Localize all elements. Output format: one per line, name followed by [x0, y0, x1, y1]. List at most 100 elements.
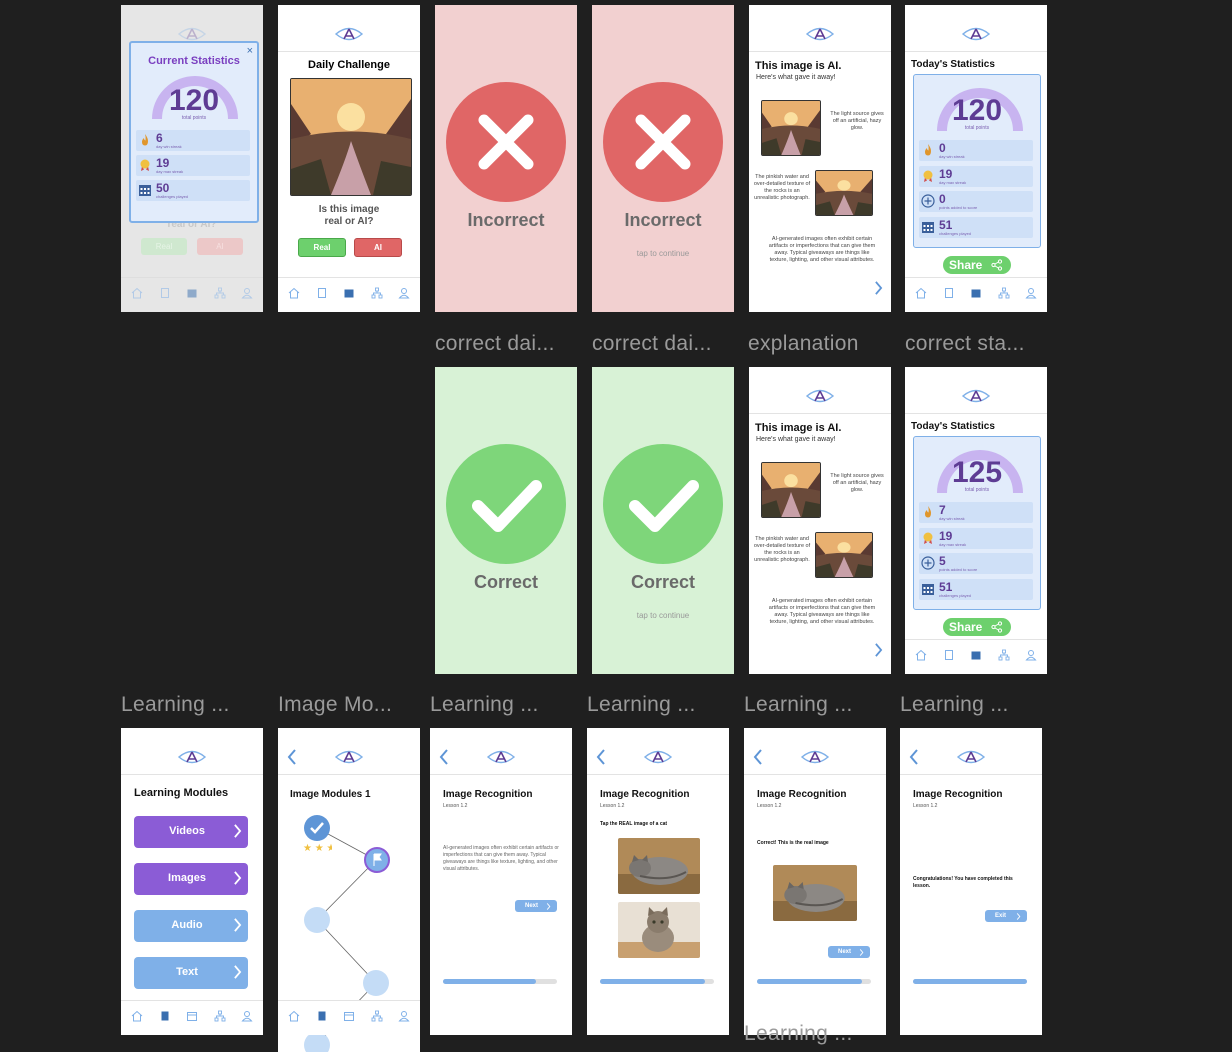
daily-challenge-screen: Daily Challenge Is this image real or AI… — [278, 5, 420, 312]
calendar-icon[interactable] — [343, 287, 355, 299]
current-lesson-node[interactable] — [363, 846, 391, 874]
page-title: Daily Challenge — [308, 59, 390, 71]
lesson-number: Lesson 1.2 — [913, 803, 938, 809]
highlight-image-light — [761, 100, 821, 156]
next-chevron-icon[interactable] — [874, 643, 883, 657]
hierarchy-icon[interactable] — [998, 649, 1010, 661]
close-icon[interactable]: × — [247, 45, 253, 57]
ai-button[interactable]: AI — [354, 238, 402, 257]
next-chevron-icon[interactable] — [874, 281, 883, 295]
lesson-progress — [757, 979, 871, 984]
total-points-label: total points — [964, 125, 990, 131]
completed-lesson-node[interactable]: ★ ★ ★ — [302, 814, 332, 854]
incorrect-screen[interactable]: Incorrect — [435, 5, 577, 312]
real-button[interactable]: Real — [298, 238, 346, 257]
bg-real-button: Real — [141, 238, 187, 255]
note-water: The pinkish water and over-detailed text… — [753, 536, 811, 563]
locked-lesson-node[interactable] — [303, 906, 331, 934]
stats-card: 125 total points 7 day win streak 19 day m… — [913, 436, 1041, 610]
book-icon[interactable] — [316, 1010, 328, 1022]
cat-option-image[interactable] — [618, 838, 700, 894]
profile-icon[interactable] — [398, 287, 410, 299]
profile-icon[interactable] — [241, 1010, 253, 1022]
share-button[interactable]: Share — [943, 256, 1011, 274]
back-chevron-icon[interactable] — [439, 749, 449, 765]
header — [430, 728, 572, 775]
stat-row: 5 points added to score — [919, 553, 1033, 574]
chevron-right-icon — [233, 918, 242, 932]
calendar-icon[interactable] — [970, 287, 982, 299]
home-icon[interactable] — [915, 287, 927, 299]
chevron-right-icon — [859, 949, 864, 956]
total-points: 120 — [168, 84, 220, 117]
app-logo-icon — [644, 749, 672, 765]
lesson-progress — [600, 979, 714, 984]
back-chevron-icon[interactable] — [596, 749, 606, 765]
home-icon[interactable] — [131, 1010, 143, 1022]
bottom-nav — [905, 277, 1047, 312]
profile-icon[interactable] — [1025, 649, 1037, 661]
app-logo-icon — [962, 388, 990, 404]
next-button[interactable]: Next — [828, 946, 870, 958]
home-icon[interactable] — [288, 287, 300, 299]
back-chevron-icon[interactable] — [753, 749, 763, 765]
app-logo-icon — [806, 388, 834, 404]
home-icon[interactable] — [288, 1010, 300, 1022]
hierarchy-icon[interactable] — [371, 1010, 383, 1022]
lesson-number: Lesson 1.2 — [443, 803, 468, 809]
back-chevron-icon[interactable] — [287, 749, 297, 765]
stat-row: 51 challenges played — [919, 217, 1033, 238]
videos-button[interactable]: Videos — [134, 816, 248, 848]
frame-label: Learning ... — [900, 693, 1009, 716]
stat-row: 19 day max streak — [919, 528, 1033, 549]
text-button[interactable]: Text — [134, 957, 248, 989]
calendar-icon[interactable] — [186, 1010, 198, 1022]
calendar-icon[interactable] — [343, 1010, 355, 1022]
note-light: The light source gives off an artificial… — [830, 111, 884, 131]
hierarchy-icon[interactable] — [214, 1010, 226, 1022]
share-icon — [991, 259, 1003, 271]
frame-label: Learning ... — [744, 1022, 853, 1045]
tap-to-continue: tap to continue — [636, 249, 690, 258]
calendar-icon[interactable] — [970, 649, 982, 661]
bottom-nav — [121, 1000, 263, 1035]
explanation-subtitle: Here's what gave it away! — [756, 436, 836, 443]
tap-to-continue: tap to continue — [636, 611, 690, 620]
hierarchy-icon[interactable] — [371, 287, 383, 299]
book-icon[interactable] — [316, 287, 328, 299]
exit-button[interactable]: Exit — [985, 910, 1027, 922]
explanation-subtitle: Here's what gave it away! — [756, 74, 836, 81]
book-icon[interactable] — [943, 649, 955, 661]
header — [905, 367, 1047, 414]
next-button[interactable]: Next — [515, 900, 557, 912]
profile-icon[interactable] — [1025, 287, 1037, 299]
flame-icon — [921, 143, 935, 157]
book-icon[interactable] — [159, 1010, 171, 1022]
header — [121, 728, 263, 775]
progress-fill — [443, 979, 537, 984]
progress-fill — [757, 979, 862, 984]
share-button[interactable]: Share — [943, 618, 1011, 636]
book-icon[interactable] — [943, 287, 955, 299]
app-logo-icon — [962, 26, 990, 42]
images-button[interactable]: Images — [134, 863, 248, 895]
note-water: The pinkish water and over-detailed text… — [753, 174, 811, 201]
cat-option-image[interactable] — [618, 902, 700, 958]
challenge-image — [290, 78, 412, 196]
checkmark-icon — [446, 444, 566, 564]
hierarchy-icon[interactable] — [998, 287, 1010, 299]
incorrect-continue-screen[interactable]: Incorrect tap to continue — [592, 5, 734, 312]
audio-button[interactable]: Audio — [134, 910, 248, 942]
medal-icon — [138, 158, 152, 172]
calendar-icon — [921, 582, 935, 596]
stat-row: 19 day max streak — [136, 155, 250, 176]
stat-row: 19 day max streak — [919, 166, 1033, 187]
correct-continue-screen[interactable]: Correct tap to continue — [592, 367, 734, 674]
correct-screen[interactable]: Correct — [435, 367, 577, 674]
profile-icon[interactable] — [398, 1010, 410, 1022]
back-chevron-icon[interactable] — [909, 749, 919, 765]
home-icon[interactable] — [915, 649, 927, 661]
image-modules-screen: Image Modules 1 ★ ★ ★ — [278, 728, 420, 1052]
locked-lesson-node[interactable] — [362, 969, 390, 997]
svg-text:★ ★ ★: ★ ★ ★ — [303, 843, 332, 854]
